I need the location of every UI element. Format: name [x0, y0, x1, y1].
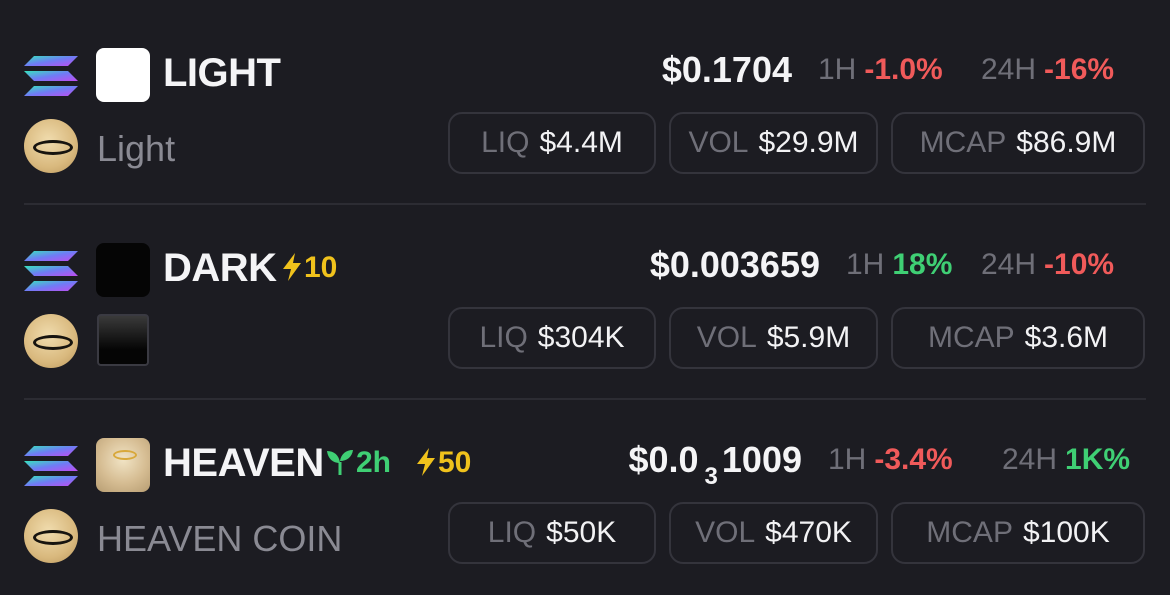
halo-avatar-icon	[24, 509, 78, 563]
market-cap-pill: MCAP $100K	[891, 502, 1145, 564]
change-24h-value: -16%	[1044, 53, 1115, 86]
sprout-icon	[327, 450, 353, 475]
token-symbol: LIGHT	[163, 51, 281, 95]
liquidity-value: $304K	[537, 321, 625, 354]
price-main: $0.0	[628, 439, 699, 480]
market-cap-value: $100K	[1022, 516, 1110, 549]
liquidity-label: LIQ	[487, 516, 537, 549]
token-name: HEAVEN COIN	[97, 518, 343, 559]
change-1h-value: 18%	[892, 248, 953, 281]
volume-pill: VOL $470K	[669, 502, 878, 564]
change-24h-label: 24H	[1002, 443, 1058, 476]
market-cap-value: $86.9M	[1016, 126, 1117, 159]
boost-count: 50	[438, 446, 472, 479]
volume-label: VOL	[688, 126, 749, 159]
change-1h: 1H -3.4%	[828, 433, 953, 487]
volume-label: VOL	[695, 516, 756, 549]
change-24h: 24H -10%	[981, 238, 1114, 292]
change-24h-label: 24H	[981, 53, 1037, 86]
halo-avatar-icon	[24, 119, 78, 173]
change-1h-label: 1H	[818, 53, 857, 86]
token-row-light[interactable]: LIGHT $0.1704 1H -1.0% 24H -16% Light LIQ $…	[0, 0, 1170, 195]
volume-value: $29.9M	[758, 126, 859, 159]
token-thumbnail	[96, 48, 150, 102]
volume-label: VOL	[696, 321, 757, 354]
change-24h: 24H 1K%	[1002, 433, 1130, 487]
price-tail: 1009	[721, 439, 802, 480]
liquidity-pill: LIQ $304K	[448, 307, 656, 369]
token-symbol: DARK	[163, 246, 277, 290]
change-1h-value: -3.4%	[874, 443, 953, 476]
token-symbol: HEAVEN	[163, 441, 324, 485]
boost-badge: 10	[282, 241, 337, 295]
lightning-bolt-icon	[283, 253, 301, 281]
solana-icon	[24, 444, 78, 488]
age-badge: 2h	[326, 436, 391, 490]
token-row-heaven[interactable]: HEAVEN 2h 50 $0.0 3 1009 1H -3.4% 24H 1K% HE…	[0, 400, 1170, 595]
volume-value: $5.9M	[766, 321, 851, 354]
volume-pill: VOL $29.9M	[669, 112, 878, 174]
market-cap-label: MCAP	[926, 516, 1013, 549]
token-price: $0.0 3 1009	[628, 433, 802, 492]
liquidity-pill: LIQ $4.4M	[448, 112, 656, 174]
volume-pill: VOL $5.9M	[669, 307, 878, 369]
lightning-bolt-icon	[417, 448, 435, 476]
change-24h: 24H -16%	[981, 43, 1114, 97]
market-cap-label: MCAP	[927, 321, 1015, 354]
token-name: Light	[97, 128, 176, 169]
change-1h-value: -1.0%	[864, 53, 943, 86]
token-row-dark[interactable]: DARK 10 $0.003659 1H 18% 24H -10% LIQ $304K…	[0, 205, 1170, 400]
black-square-icon	[97, 314, 149, 366]
liquidity-label: LIQ	[479, 321, 528, 354]
change-1h-label: 1H	[828, 443, 867, 476]
market-cap-pill: MCAP $3.6M	[891, 307, 1145, 369]
change-1h-label: 1H	[846, 248, 885, 281]
solana-icon	[24, 249, 78, 293]
liquidity-value: $50K	[546, 516, 617, 549]
change-1h: 1H 18%	[846, 238, 952, 292]
change-24h-value: 1K%	[1065, 443, 1131, 476]
change-24h-value: -10%	[1044, 248, 1115, 281]
change-24h-label: 24H	[981, 248, 1037, 281]
token-price: $0.1704	[661, 49, 792, 90]
halo-avatar-icon	[24, 314, 78, 368]
change-1h: 1H -1.0%	[818, 43, 943, 97]
market-cap-pill: MCAP $86.9M	[891, 112, 1145, 174]
token-thumbnail	[96, 243, 150, 297]
liquidity-pill: LIQ $50K	[448, 502, 656, 564]
boost-badge: 50	[416, 436, 471, 490]
liquidity-value: $4.4M	[539, 126, 623, 159]
volume-value: $470K	[765, 516, 852, 549]
liquidity-label: LIQ	[481, 126, 530, 159]
price-zero-count: 3	[704, 463, 718, 490]
boost-count: 10	[304, 251, 338, 284]
solana-icon	[24, 54, 78, 98]
market-cap-label: MCAP	[919, 126, 1007, 159]
token-thumbnail	[96, 438, 150, 492]
age-value: 2h	[356, 446, 392, 479]
market-cap-value: $3.6M	[1024, 321, 1109, 354]
token-price: $0.003659	[649, 244, 820, 285]
